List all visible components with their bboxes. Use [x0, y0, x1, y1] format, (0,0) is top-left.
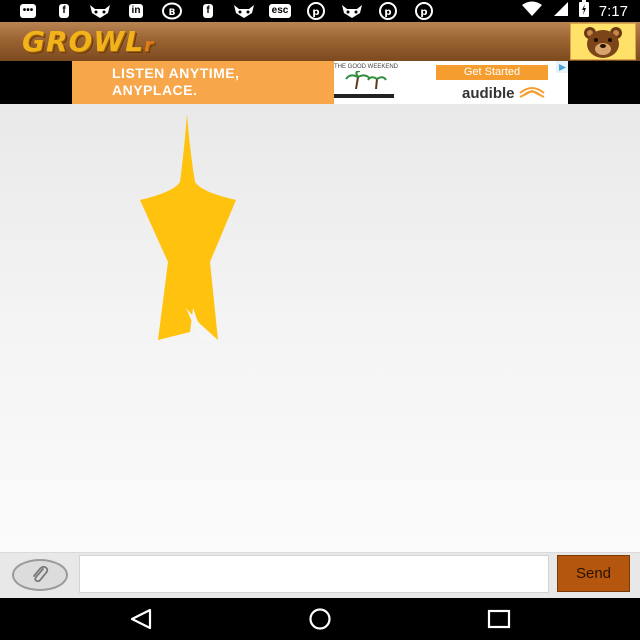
home-button[interactable] [305, 606, 335, 632]
logo-text: GROWL [22, 25, 145, 58]
ad-banner[interactable]: LISTEN ANYTIME, ANYPLACE. THE GOOD WEEKE… [72, 61, 568, 104]
ad-brand: audible [462, 85, 545, 102]
app-logo: GROWLr [22, 25, 154, 58]
pinterest-icon: p [300, 2, 332, 20]
svg-text:p: p [312, 7, 319, 18]
ad-thumb-bar [334, 94, 394, 98]
growl-claw-graphic [140, 114, 236, 342]
adchoices-icon[interactable] [556, 61, 568, 73]
ad-brand-text: audible [462, 85, 515, 102]
chat-icon: ••• [12, 2, 44, 20]
home-icon [309, 608, 331, 630]
palm-tree-icon [345, 70, 387, 90]
wifi-icon [521, 1, 543, 22]
status-right: 7:17 [521, 0, 628, 22]
linkedin-icon: in [120, 2, 152, 20]
attach-button[interactable] [12, 559, 68, 591]
facebook-icon: f [48, 2, 80, 20]
ad-strip: LISTEN ANYTIME, ANYPLACE. THE GOOD WEEKE… [0, 61, 640, 104]
pinterest-icon: p [372, 2, 404, 20]
esc-icon: esc [264, 2, 296, 20]
bear-icon [584, 26, 622, 58]
notification-icons: ••• f in B f esc p p p [0, 2, 440, 20]
navigation-bar [0, 598, 640, 640]
battery-icon [578, 0, 589, 22]
wolf-icon [228, 2, 260, 20]
app-bar: GROWLr [0, 22, 640, 61]
message-input[interactable] [79, 555, 549, 593]
audible-logo-icon [519, 87, 545, 98]
status-bar: ••• f in B f esc p p p 7:17 [0, 0, 640, 22]
message-area [0, 104, 640, 552]
ad-headline-line2: ANYPLACE. [112, 82, 198, 98]
ad-headline-line1: LISTEN ANYTIME, [112, 65, 240, 81]
get-started-button[interactable]: Get Started [436, 65, 548, 80]
back-button[interactable] [126, 606, 156, 632]
wolf-icon [336, 2, 368, 20]
paperclip-icon [33, 565, 49, 583]
recents-icon [487, 609, 511, 629]
svg-text:p: p [420, 7, 427, 18]
recents-button[interactable] [484, 606, 514, 632]
back-icon [130, 608, 152, 630]
viber-icon: B [156, 2, 188, 20]
wolf-icon [84, 2, 116, 20]
ad-thumb-text: THE GOOD WEEKEND [334, 64, 399, 70]
ad-thumbnail: THE GOOD WEEKEND [334, 64, 398, 100]
screen: ••• f in B f esc p p p 7:17 GROWLr LISTE… [0, 0, 640, 640]
ad-headline: LISTEN ANYTIME, ANYPLACE. [72, 61, 334, 104]
compose-bar: Send [0, 552, 640, 598]
send-button[interactable]: Send [557, 555, 630, 592]
facebook-icon: f [192, 2, 224, 20]
svg-text:B: B [169, 8, 176, 18]
signal-icon [553, 1, 569, 22]
logo-suffix: r [144, 35, 154, 56]
clock: 7:17 [598, 2, 628, 20]
profile-avatar-button[interactable] [570, 23, 636, 60]
pinterest-icon: p [408, 2, 440, 20]
svg-text:p: p [384, 7, 391, 18]
